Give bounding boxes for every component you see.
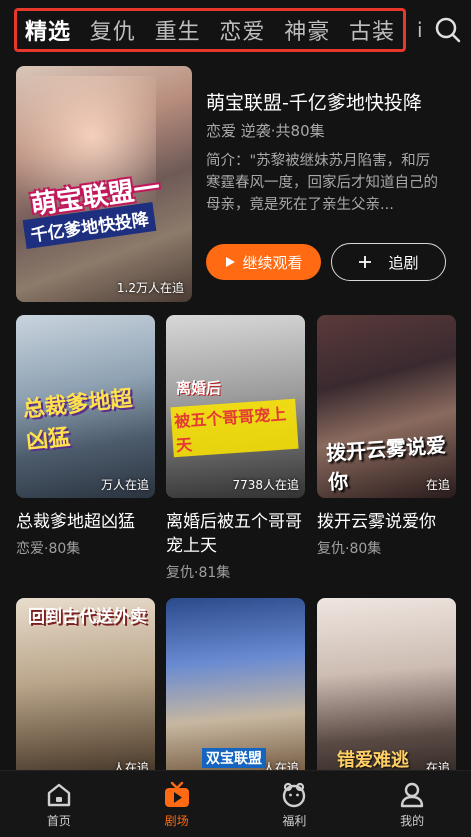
- featured-meta: 恋爱 逆袭·共80集: [206, 122, 325, 140]
- poster-title: 总裁爹地超凶猛: [21, 386, 134, 455]
- continue-watching-button[interactable]: 继续观看: [206, 244, 321, 280]
- watch-count: 在追: [425, 478, 450, 492]
- poster-title: 回到古代送外卖: [28, 607, 147, 627]
- drama-title: 总裁爹地超凶猛: [16, 512, 135, 532]
- drama-poster[interactable]: 拨开云雾说爱你 在追: [317, 315, 456, 498]
- bottom-navigation: 首页 剧场 福利 我的: [0, 770, 471, 837]
- watch-count: 万人在追: [100, 478, 149, 492]
- featured-title[interactable]: 萌宝联盟-千亿爹地快投降: [206, 88, 422, 115]
- drama-card[interactable]: 离婚后 被五个哥哥宠上天 7738人在追 离婚后被五个哥哥宠上天 复仇·81集: [166, 315, 305, 582]
- poster-title: 离婚后: [176, 379, 222, 397]
- nav-theater-label: 剧场: [164, 813, 189, 828]
- nav-profile-label: 我的: [400, 813, 425, 828]
- search-icon[interactable]: [433, 15, 463, 45]
- featured-poster[interactable]: 萌宝联盟一 千亿爹地快投降 1.2万人在追: [16, 66, 192, 302]
- category-tab-bar: 精选 复仇 重生 恋爱 神豪 古装: [14, 8, 406, 52]
- drama-poster[interactable]: 双宝联盟 人在追: [166, 598, 305, 781]
- drama-card[interactable]: 总裁爹地超凶猛 万人在追 总裁爹地超凶猛 恋爱·80集: [16, 315, 155, 558]
- tab-tycoon[interactable]: 神豪: [284, 14, 330, 46]
- drama-poster[interactable]: 总裁爹地超凶猛 万人在追: [16, 315, 155, 498]
- theater-icon: [164, 781, 189, 807]
- drama-meta: 恋爱·80集: [16, 541, 81, 557]
- gift-icon: [283, 782, 306, 807]
- drama-title: 拨开云雾说爱你: [317, 512, 436, 532]
- poster-title: 双宝联盟: [202, 748, 266, 768]
- tab-revenge[interactable]: 复仇: [90, 14, 136, 46]
- nav-rewards-label: 福利: [282, 813, 307, 828]
- nav-profile[interactable]: 我的: [372, 780, 452, 829]
- tab-featured[interactable]: 精选: [25, 14, 71, 46]
- plus-icon: [359, 256, 372, 268]
- drama-poster[interactable]: 错爱难逃 在追: [317, 598, 456, 781]
- watch-count: 7738人在追: [232, 478, 299, 492]
- drama-card[interactable]: 拨开云雾说爱你 在追 拨开云雾说爱你 复仇·80集: [317, 315, 456, 558]
- follow-drama-button[interactable]: 追剧: [331, 243, 446, 281]
- play-icon: [226, 257, 236, 267]
- drama-title: 离婚后被五个哥哥宠上天: [166, 512, 302, 556]
- continue-watching-label: 继续观看: [242, 253, 303, 272]
- follow-drama-label: 追剧: [388, 253, 419, 272]
- poster-subtitle: 被五个哥哥宠上天: [170, 398, 299, 458]
- profile-icon: [400, 782, 424, 807]
- nav-theater[interactable]: 剧场: [137, 780, 217, 829]
- nav-home[interactable]: 首页: [19, 780, 99, 829]
- home-icon: [47, 783, 71, 806]
- tab-rebirth[interactable]: 重生: [155, 14, 201, 46]
- drama-meta: 复仇·80集: [317, 541, 382, 557]
- drama-card[interactable]: 错爱难逃 在追: [317, 598, 456, 781]
- tab-romance[interactable]: 恋爱: [219, 14, 265, 46]
- featured-drama-card[interactable]: 萌宝联盟一 千亿爹地快投降 1.2万人在追 萌宝联盟-千亿爹地快投降 恋爱 逆袭…: [16, 66, 461, 302]
- poster-title: 错爱难逃: [337, 750, 409, 771]
- nav-rewards[interactable]: 福利: [254, 780, 334, 829]
- drama-meta: 复仇·81集: [166, 565, 231, 581]
- watch-count: 1.2万人在追: [116, 281, 184, 295]
- drama-poster[interactable]: 回到古代送外卖 人在追: [16, 598, 155, 781]
- nav-home-label: 首页: [46, 813, 71, 828]
- featured-description: 简介："苏黎被继妹苏月陷害，和厉寒霆春风一度，回家后才知道自己的母亲，竟是死在了…: [206, 153, 438, 213]
- drama-card[interactable]: 回到古代送外卖 人在追: [16, 598, 155, 781]
- tab-more-partial[interactable]: i: [417, 18, 423, 42]
- drama-card[interactable]: 双宝联盟 人在追: [166, 598, 305, 781]
- tab-costume[interactable]: 古装: [349, 14, 395, 46]
- drama-poster[interactable]: 离婚后 被五个哥哥宠上天 7738人在追: [166, 315, 305, 498]
